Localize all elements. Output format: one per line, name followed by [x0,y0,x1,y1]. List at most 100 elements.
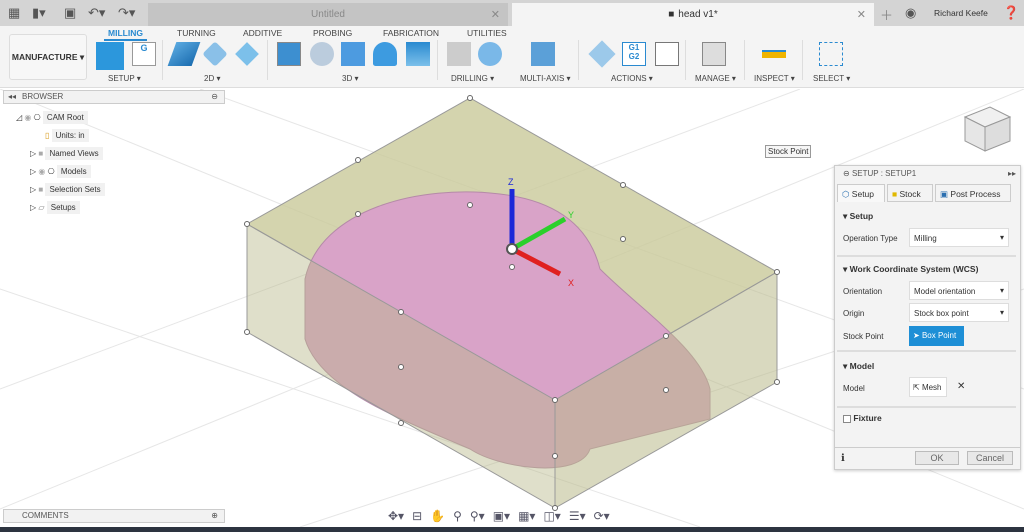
setup-sheet-icon[interactable] [655,42,679,66]
simulate-icon[interactable] [588,40,616,68]
group-select[interactable]: SELECT ▾ [813,74,850,83]
2d-adaptive-icon[interactable] [167,42,201,66]
ok-button[interactable]: OK [915,451,959,465]
tab-turning[interactable]: TURNING [177,28,216,38]
checkbox-icon[interactable] [843,414,851,423]
divider [802,40,803,80]
file-icon[interactable]: ▮▾ [32,5,46,21]
tree-item-setups[interactable]: ▷ ▱ Setups [30,201,80,214]
stock-point-selector[interactable]: ➤ Box Point [909,326,964,346]
tree-item-units[interactable]: ▯ Units: in [45,129,89,142]
nc-program-icon[interactable]: G [132,42,156,66]
tree-item-named-views[interactable]: ▷ ■ Named Views [30,147,103,160]
section-model[interactable]: ▾ Model [843,361,874,372]
minimize-icon[interactable]: ⊖ [843,169,852,178]
eye-icon[interactable]: ◉ [24,113,31,122]
origin-select[interactable]: Stock box point [909,303,1009,322]
view-cube[interactable] [963,106,1012,152]
close-icon[interactable]: ✕ [857,8,866,21]
save-icon[interactable]: ▣ [64,5,76,21]
minimize-icon[interactable]: ⊖ [211,91,218,103]
measure-icon[interactable] [762,50,786,58]
select-box-icon[interactable] [819,42,843,66]
tab-label: Untitled [311,9,345,20]
group-drilling[interactable]: DRILLING ▾ [451,74,494,83]
fit-icon[interactable]: ⚲▾ [470,509,485,523]
tab-additive[interactable]: ADDITIVE [243,28,282,38]
face-icon[interactable] [235,42,259,66]
title-bar: ▦ ▮▾ ▣ ↶▾ ↷▾ Untitled ✕ ■ head v1* ✕ ＋ ◉ Ri… [0,0,1024,26]
new-tab-icon[interactable]: ＋ [880,5,893,24]
tab-probing[interactable]: PROBING [313,28,352,38]
group-setup[interactable]: SETUP ▾ [108,74,141,83]
fixture-checkbox[interactable]: Fixture [843,413,882,423]
section-setup[interactable]: ▾ Setup [843,211,873,222]
group-actions[interactable]: ACTIONS ▾ [611,74,653,83]
look-at-icon[interactable]: ⊟ [412,509,422,523]
3d-pocket-icon[interactable] [310,42,334,66]
group-manage[interactable]: MANAGE ▾ [695,74,736,83]
tab-stock[interactable]: ■ Stock [887,184,933,202]
cursor-icon: ➤ [913,331,920,340]
origin-label: Origin [843,309,865,318]
grid-settings-icon[interactable]: ▦▾ [518,509,535,523]
tab-fabrication[interactable]: FABRICATION [383,28,439,38]
2d-pocket-icon[interactable] [202,41,228,67]
tab-head[interactable]: ■ head v1* ✕ [512,3,874,26]
expand-icon[interactable]: ▸▸ [1008,169,1016,178]
tree-item-selection-sets[interactable]: ▷ ■ Selection Sets [30,183,105,196]
tree-item-models[interactable]: ▷ ◉ ⎔ Models [30,165,91,178]
zoom-icon[interactable]: ⚲ [453,509,462,523]
hole-recognition-icon[interactable] [478,42,502,66]
tab-untitled[interactable]: Untitled ✕ [148,3,508,26]
parallel-icon[interactable] [341,42,365,66]
folder-icon: ■ [38,149,44,158]
pan-icon[interactable]: ✋ [430,509,445,523]
cancel-button[interactable]: Cancel [967,451,1013,465]
tree-item-cam-root[interactable]: ◿ ◉ ⎔ CAM Root [16,111,88,124]
operation-type-select[interactable]: Milling [909,228,1009,247]
orbit-move-icon[interactable]: ✥▾ [388,509,404,523]
grid-icon[interactable]: ▦ [8,5,20,21]
tab-milling[interactable]: MILLING [104,28,147,41]
z-axis-label: Z [508,177,514,187]
group-multi-axis[interactable]: MULTI-AXIS ▾ [520,74,571,83]
group-3d[interactable]: 3D ▾ [342,74,358,83]
display-settings-icon[interactable]: ▣▾ [493,509,510,523]
comments-title: COMMENTS [22,511,69,520]
section-wcs[interactable]: ▾ Work Coordinate System (WCS) [843,264,978,275]
clear-selection-icon[interactable]: ✕ [957,381,965,392]
orientation-select[interactable]: Model orientation [909,281,1009,300]
contour-icon[interactable] [373,42,397,66]
drill-icon[interactable] [447,42,471,66]
tool-library-icon[interactable] [702,42,726,66]
refresh-icon[interactable]: ⟳▾ [594,509,610,523]
tab-setup[interactable]: ⬡ Setup [837,184,885,202]
viewports-icon[interactable]: ◫▾ [543,509,560,523]
add-comment-icon[interactable]: ⊕ [211,510,218,522]
post-process-icon[interactable]: G1 G2 [622,42,646,66]
undo-icon[interactable]: ↶▾ [88,5,105,21]
info-icon[interactable]: ℹ [841,453,845,464]
workspace-switcher[interactable]: MANUFACTURE ▾ [9,34,87,80]
orientation-label: Orientation [843,287,883,296]
tree-label: Named Views [45,147,103,160]
clock-icon[interactable]: ◉ [905,5,916,21]
eye-icon[interactable]: ◉ [38,167,45,176]
3d-adaptive-icon[interactable] [277,42,301,66]
redo-icon[interactable]: ↷▾ [118,5,135,21]
tab-utilities[interactable]: UTILITIES [467,28,507,38]
effects-icon[interactable]: ☰▾ [569,509,586,523]
user-name[interactable]: Richard Keefe [934,8,988,18]
model-selector[interactable]: ⇱ Mesh [909,377,947,397]
collapse-icon[interactable]: ◂◂ [8,91,16,103]
tab-post-process[interactable]: ▣ Post Process [935,184,1011,202]
group-2d[interactable]: 2D ▾ [204,74,220,83]
help-icon[interactable]: ❓ [1003,5,1019,21]
group-inspect[interactable]: INSPECT ▾ [754,74,795,83]
scallop-icon[interactable] [406,42,430,66]
new-setup-icon[interactable] [96,42,124,70]
tab-label: Setup [851,189,875,199]
multi-axis-icon[interactable] [531,42,555,66]
close-icon[interactable]: ✕ [491,8,500,21]
